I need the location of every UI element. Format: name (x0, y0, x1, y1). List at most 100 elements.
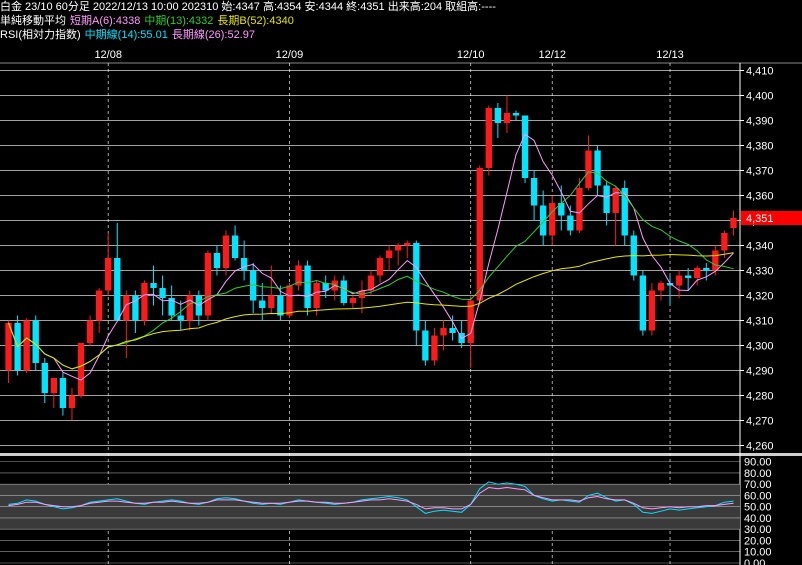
candle-body (41, 363, 48, 393)
rsi-tick-label: 50.00 (744, 502, 772, 514)
ma-long-legend: 長期B(52):4340 (217, 15, 294, 27)
candle-body (186, 295, 193, 321)
rsi-tick-label: 80.00 (744, 468, 772, 480)
ma-title: 単純移動平均 (0, 15, 66, 27)
candle-body (159, 288, 166, 298)
candle-body (503, 113, 511, 123)
candle-body (222, 235, 230, 268)
candle-body (485, 108, 492, 168)
candle-body (612, 188, 619, 213)
rsi-long-legend: 長期線(26):52.97 (171, 29, 255, 41)
candle-body (567, 215, 574, 231)
price-tick-label: 4,410 (746, 66, 774, 78)
candle-body (240, 258, 248, 271)
candle-body (68, 395, 76, 408)
candle-body (349, 298, 357, 303)
candle-body (449, 328, 456, 333)
candle-body (657, 283, 665, 291)
candle-body (385, 250, 393, 258)
ma-short-legend: 短期A(6):4338 (70, 15, 141, 27)
rsi-tick-label: 20.00 (744, 535, 772, 547)
candle-body (213, 253, 221, 268)
candle-body (177, 315, 184, 321)
candle-body (730, 218, 737, 228)
candle-body (549, 203, 556, 236)
instrument-info-text: 白金 23/10 60分足 2022/12/13 10:00 202310 始:… (0, 1, 496, 13)
price-tick-label: 4,360 (746, 191, 774, 203)
rsi-tick-label: 30.00 (744, 524, 772, 536)
rsi-mid-legend: 中期線(14):55.01 (84, 29, 168, 41)
candle-body (594, 150, 601, 186)
candle-body (204, 253, 212, 316)
candle-body (105, 258, 112, 291)
rsi-title: RSI(相対力指数) (0, 29, 81, 41)
candle-body (286, 285, 293, 316)
rsi-tick-label: 0.00 (744, 558, 765, 565)
candle-body (114, 258, 121, 321)
instrument-info-header: 白金 23/10 60分足 2022/12/13 10:00 202310 始:… (0, 0, 500, 14)
price-tick-label: 4,320 (746, 291, 774, 303)
rsi-tick-label: 90.00 (744, 457, 772, 469)
candle-body (422, 330, 429, 361)
candle-body (404, 243, 411, 246)
candle-body (259, 300, 266, 308)
price-tick-label: 4,310 (746, 316, 774, 328)
candle-body (95, 290, 103, 321)
ma-mid-legend: 中期(13):4332 (144, 15, 214, 27)
candle-body (431, 335, 438, 361)
price-tick-label: 4,370 (746, 166, 774, 178)
candle-body (694, 268, 701, 278)
price-tick-label: 4,290 (746, 366, 774, 378)
price-tick-label: 4,260 (746, 441, 774, 453)
candle-body (648, 290, 656, 331)
last-price-label: 4,351 (746, 213, 774, 225)
candle-body (476, 168, 483, 301)
candle-body (521, 115, 529, 178)
panel-separator (0, 453, 802, 456)
price-tick-label: 4,330 (746, 266, 774, 278)
candle-body (395, 245, 402, 251)
candle-body (512, 113, 520, 116)
date-label: 12/10 (457, 49, 485, 61)
candle-body (494, 108, 502, 123)
candle-body (703, 268, 710, 271)
candle-body (340, 280, 347, 303)
candle-body (23, 320, 30, 371)
candle-body (721, 233, 728, 251)
candle-body (576, 188, 583, 231)
date-label: 12/12 (538, 49, 566, 61)
date-label: 12/09 (276, 49, 304, 61)
candle-body (231, 235, 239, 258)
candle-body (32, 320, 39, 363)
price-axis: 4,4104,4004,3904,3804,3704,3604,3504,340… (94, 49, 802, 453)
candle-body (59, 378, 67, 408)
candle-body (712, 250, 719, 271)
candle-body (467, 300, 474, 343)
candlestick-series (5, 95, 737, 421)
candle-body (77, 343, 85, 396)
price-tick-label: 4,300 (746, 341, 774, 353)
candle-body (603, 185, 610, 213)
price-tick-label: 4,390 (746, 116, 774, 128)
rsi-panel: 90.0080.0070.0060.0050.0040.0030.0020.00… (0, 457, 772, 565)
candle-body (86, 320, 94, 343)
rsi-legend: RSI(相対力指数) 中期線(14):55.01 長期線(26):52.97 (0, 28, 259, 42)
candle-body (684, 275, 692, 278)
candle-body (540, 205, 547, 236)
candle-body (413, 243, 420, 331)
candle-body (50, 378, 58, 393)
candle-body (277, 295, 284, 316)
candle-body (639, 275, 647, 331)
candle-body (304, 265, 311, 308)
date-label: 12/08 (94, 49, 122, 61)
candle-body (313, 283, 320, 308)
rsi-tick-label: 70.00 (744, 479, 772, 491)
candle-body (150, 283, 157, 288)
price-tick-label: 4,270 (746, 416, 774, 428)
candle-body (268, 295, 275, 308)
price-tick-label: 4,400 (746, 91, 774, 103)
candle-body (376, 258, 384, 276)
price-tick-label: 4,340 (746, 241, 774, 253)
price-tick-label: 4,380 (746, 141, 774, 153)
candle-body (585, 150, 592, 188)
